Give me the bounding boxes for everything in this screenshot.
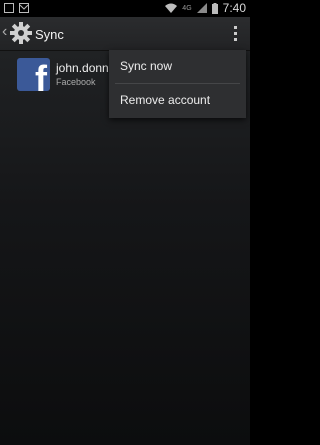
clock: 7:40 <box>222 1 246 15</box>
image-notification-icon <box>4 3 14 13</box>
gmail-notification-icon <box>19 3 29 13</box>
menu-item-remove-account[interactable]: Remove account <box>109 84 246 117</box>
action-bar: ‹ Sync <box>0 17 250 51</box>
network-type: 4G <box>182 4 192 12</box>
wifi-icon <box>165 3 178 13</box>
account-type: Facebook <box>56 77 96 87</box>
chevron-left-icon[interactable]: ‹ <box>2 23 7 41</box>
facebook-icon: f <box>17 58 50 91</box>
overflow-menu: Sync now Remove account <box>109 50 246 118</box>
overflow-menu-icon[interactable] <box>234 26 238 42</box>
gear-icon[interactable] <box>9 21 33 45</box>
signal-icon <box>196 3 207 13</box>
account-name: john.donn <box>56 61 109 75</box>
menu-item-sync-now[interactable]: Sync now <box>109 50 246 83</box>
status-bar: 4G 7:40 <box>0 0 250 17</box>
battery-icon <box>211 2 218 14</box>
page-title: Sync <box>35 27 64 42</box>
